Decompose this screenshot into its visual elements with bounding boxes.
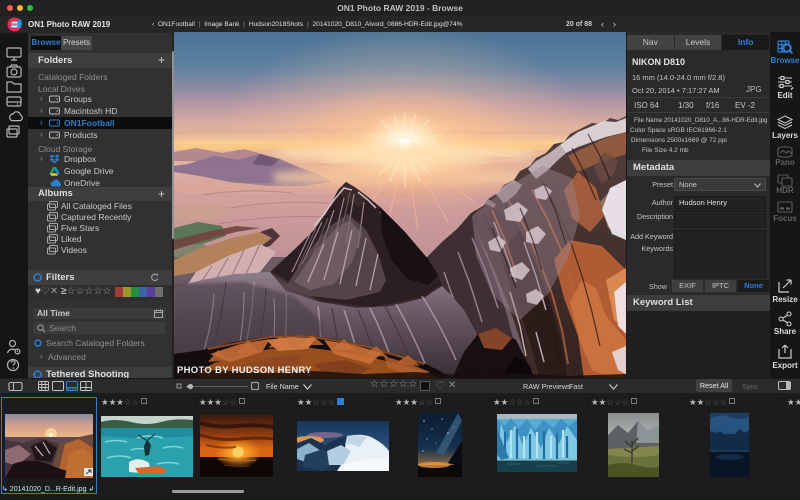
svg-text:Browse: Browse xyxy=(771,56,800,65)
svg-text:Pano: Pano xyxy=(775,158,795,167)
svg-text:Focus: Focus xyxy=(773,214,797,223)
svg-text:Edit: Edit xyxy=(777,91,792,100)
svg-text:HDR: HDR xyxy=(776,186,794,195)
svg-text:Layers: Layers xyxy=(772,131,798,140)
svg-text:PHOTO BY HUDSON HENRY: PHOTO BY HUDSON HENRY xyxy=(177,365,312,376)
svg-text:Resize: Resize xyxy=(772,295,798,304)
svg-text:Export: Export xyxy=(772,361,798,370)
svg-text:Share: Share xyxy=(774,327,797,336)
